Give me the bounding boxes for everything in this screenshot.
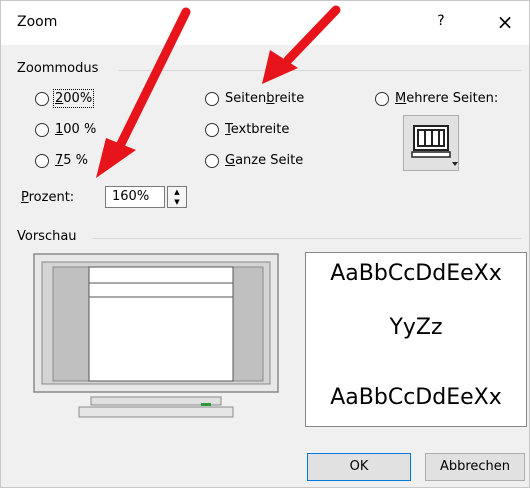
sample-line-1: AaBbCcDdEeXx (330, 261, 502, 286)
radio-textbreite[interactable]: Textbreite (205, 122, 289, 137)
monitor-preview-icon (33, 253, 279, 418)
percent-spinner[interactable]: ▲ ▼ (167, 186, 187, 208)
radio-button[interactable] (205, 91, 219, 106)
radio-75[interactable]: 75 % (35, 153, 88, 168)
zoommodus-divider (119, 70, 521, 71)
cancel-button[interactable]: Abbrechen (425, 453, 525, 481)
multi-page-button[interactable] (403, 115, 459, 171)
zoom-dialog: Zoom ? × Zoommodus 200% 100 % 75 % Seite… (0, 0, 530, 488)
title-bar: Zoom ? × (1, 1, 529, 45)
radio-seitenbreite-label: Seitenbreite (225, 91, 305, 106)
radio-button[interactable] (35, 122, 49, 137)
vorschau-group-label: Vorschau (17, 229, 77, 244)
radio-textbreite-label: Textbreite (225, 122, 290, 137)
radio-mehrere-seiten[interactable]: Mehrere Seiten: (375, 91, 498, 106)
zoommodus-group-label: Zoommodus (17, 61, 99, 76)
radio-ganze-seite-label: Ganze Seite (225, 153, 304, 168)
sample-line-2: YyZz (389, 315, 443, 340)
radio-ganze-seite[interactable]: Ganze Seite (205, 153, 303, 168)
radio-button[interactable] (205, 153, 219, 168)
spin-down-icon[interactable]: ▼ (168, 197, 186, 207)
radio-75-label: 75 % (55, 153, 89, 168)
radio-button[interactable] (35, 153, 49, 168)
page-preview (33, 253, 291, 425)
radio-100[interactable]: 100 % (35, 122, 96, 137)
radio-mehrere-seiten-label: Mehrere Seiten: (395, 91, 499, 106)
percent-label: Prozent: (21, 190, 75, 205)
radio-button[interactable] (35, 91, 49, 106)
radio-button[interactable] (205, 122, 219, 137)
spin-up-icon[interactable]: ▲ (168, 187, 186, 197)
ok-button[interactable]: OK (307, 453, 411, 481)
radio-200-label: 200% (52, 89, 95, 108)
radio-200[interactable]: 200% (35, 89, 95, 108)
percent-input[interactable]: 160% (105, 186, 165, 208)
font-sample-box: AaBbCcDdEeXx YyZz AaBbCcDdEeXx (305, 252, 527, 427)
help-button[interactable]: ? (431, 13, 451, 29)
multi-page-monitor-icon (411, 125, 458, 166)
radio-100-label: 100 % (55, 122, 97, 137)
sample-line-3: AaBbCcDdEeXx (330, 385, 502, 410)
close-button[interactable]: × (487, 7, 523, 37)
dialog-title: Zoom (17, 14, 58, 30)
radio-seitenbreite[interactable]: Seitenbreite (205, 91, 304, 106)
vorschau-divider (93, 238, 521, 239)
radio-button[interactable] (375, 91, 389, 106)
